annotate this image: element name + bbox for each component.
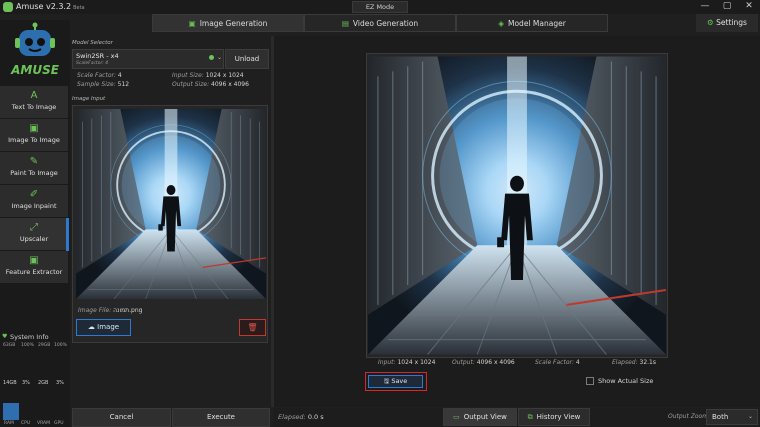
text-icon: A — [30, 90, 38, 101]
sidebar-item-image-to-image[interactable]: ▣ Image To Image — [0, 119, 68, 152]
chevron-down-icon: ⌄ — [747, 413, 753, 420]
sidebar-item-upscaler[interactable]: ⤢ Upscaler — [0, 218, 68, 251]
output-image — [368, 55, 666, 356]
image-input-box[interactable]: Image File: תמונה.png — [72, 105, 268, 343]
svg-text:AMUSE: AMUSE — [10, 63, 60, 77]
save-icon: 🖫 — [383, 377, 390, 385]
save-button-highlight: 🖫 Save — [365, 372, 427, 391]
image-file-info: Image File: תמונה.png — [78, 307, 143, 314]
system-info: ♥ System Info 63GB 100% 29GB 100% 14GB 3… — [2, 333, 67, 426]
model-select[interactable]: Swin2SR - x4 ScaleFactor: 4 ⌄ — [72, 49, 224, 69]
show-actual-size-checkbox[interactable] — [586, 377, 594, 385]
output-scale-info: Scale Factor: 4 — [535, 359, 580, 366]
active-indicator — [66, 218, 69, 251]
output-zoom-select[interactable]: Both ⌄ — [706, 409, 758, 425]
close-icon[interactable]: ✕ — [738, 0, 760, 14]
delete-button[interactable]: 🗑 — [239, 319, 266, 336]
unload-button[interactable]: Unload — [225, 49, 269, 69]
history-icon: ⧉ — [527, 412, 533, 421]
tab-model-manager[interactable]: ◈ Model Manager — [456, 14, 608, 32]
output-image-frame — [366, 53, 668, 358]
sample-size-info: Sample Size: 512 — [77, 81, 130, 88]
minimize-icon[interactable]: — — [694, 0, 716, 14]
expand-icon: ⤢ — [30, 222, 38, 233]
input-image-preview — [76, 108, 266, 300]
cloud-upload-icon: ☁ — [87, 323, 95, 331]
ez-mode-button[interactable]: EZ Mode — [352, 1, 408, 13]
amuse-logo: AMUSE — [6, 22, 64, 80]
sidebar-item-text-to-image[interactable]: A Text To Image — [0, 86, 68, 119]
output-output-info: Output: 4096 x 4096 — [452, 359, 515, 366]
scale-factor-info: Scale Factor: 4 — [77, 72, 122, 79]
gear-icon: ⚙ — [707, 18, 714, 27]
output-input-info: Input: 1024 x 1024 — [378, 359, 436, 366]
output-view-button[interactable]: ▭ Output View — [443, 408, 517, 426]
film-icon: ▤ — [341, 18, 349, 28]
model-selector-label: Model Selector — [72, 40, 113, 46]
tab-image-generation[interactable]: ▣ Image Generation — [152, 14, 304, 32]
image-icon: ▣ — [188, 18, 196, 28]
save-button[interactable]: 🖫 Save — [368, 375, 423, 388]
chevron-down-icon: ⌄ — [217, 54, 223, 61]
sidebar-item-feature-extractor[interactable]: ▣ Feature Extractor — [0, 251, 68, 284]
tab-video-generation[interactable]: ▤ Video Generation — [304, 14, 456, 32]
maximize-icon[interactable]: ▢ — [716, 0, 738, 14]
brush-icon: ✎ — [29, 156, 39, 167]
sidebar-item-image-inpaint[interactable]: ✐ Image Inpaint — [0, 185, 68, 218]
output-elapsed-info: Elapsed: 32.1s — [612, 359, 657, 366]
elapsed-status: Elapsed: 0.0 s — [278, 413, 324, 421]
output-zoom-label: Output Zoom: — [668, 413, 711, 420]
app-icon — [3, 2, 13, 12]
trash-icon: 🗑 — [247, 323, 258, 332]
settings-button[interactable]: ⚙ Settings — [696, 14, 758, 32]
show-actual-size-label: Show Actual Size — [598, 377, 654, 385]
image-button[interactable]: ☁ Image — [76, 319, 131, 336]
image-icon: ▣ — [29, 255, 39, 266]
output-size-info: Output Size: 4096 x 4096 — [172, 81, 249, 88]
monitor-icon: ▭ — [453, 413, 460, 421]
image-input-label: Image Input — [72, 96, 106, 102]
cancel-button[interactable]: Cancel — [72, 408, 171, 427]
execute-button[interactable]: Execute — [172, 408, 270, 427]
layers-icon: ◈ — [498, 18, 504, 28]
history-view-button[interactable]: ⧉ History View — [518, 408, 590, 426]
edit-icon: ✐ — [29, 189, 39, 200]
sidebar-item-paint-to-image[interactable]: ✎ Paint To Image — [0, 152, 68, 185]
app-title: Amuse v2.3.2 Beta — [16, 2, 85, 11]
ram-usage-bar — [3, 403, 19, 420]
main-tabs: ▣ Image Generation ▤ Video Generation ◈ Mod… — [152, 14, 608, 32]
status-dot — [209, 55, 214, 60]
heartbeat-icon: ♥ — [2, 333, 8, 340]
input-size-info: Input Size: 1024 x 1024 — [172, 72, 244, 79]
image-icon: ▣ — [29, 123, 39, 134]
